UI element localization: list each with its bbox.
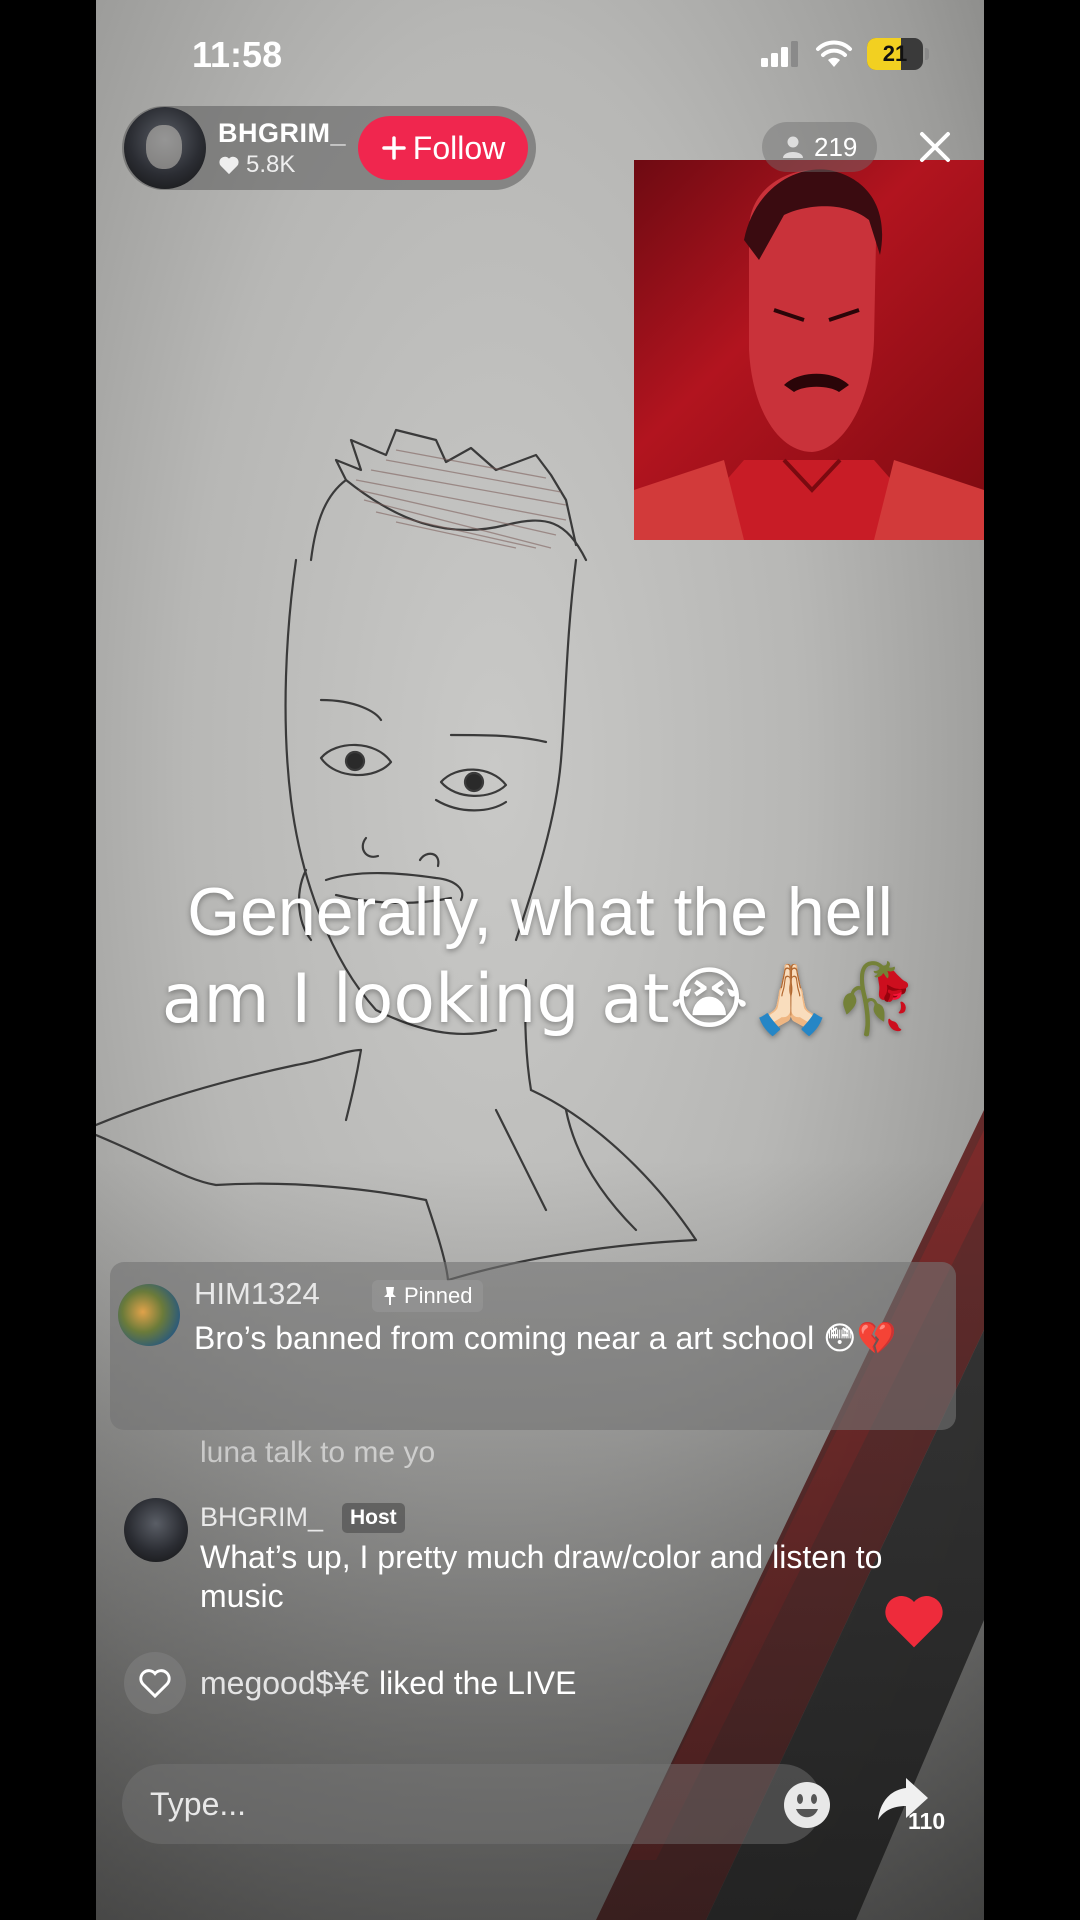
faded-comment: luna talk to me yo: [200, 1436, 436, 1469]
pinned-comment[interactable]: HIM1324 Pinned Bro’s banned from coming …: [110, 1262, 956, 1430]
host-avatar[interactable]: [124, 107, 206, 189]
battery-icon: 21: [867, 38, 923, 70]
commenter-name[interactable]: HIM1324: [194, 1276, 320, 1312]
pin-icon: [384, 1287, 396, 1305]
comment-input[interactable]: Type...: [122, 1764, 822, 1844]
like-event-user[interactable]: megood$¥€: [200, 1665, 369, 1702]
viewer-count: 219: [814, 131, 858, 162]
person-icon: [783, 136, 803, 158]
heart-icon: [219, 156, 239, 174]
like-event: megood$¥€ liked the LIVE: [124, 1652, 576, 1714]
host-profile-pill[interactable]: BHGRIM_ 5.8K Follow: [122, 106, 536, 190]
viewer-count-pill[interactable]: 219: [762, 122, 878, 172]
close-icon[interactable]: [912, 124, 958, 170]
comment-input-placeholder: Type...: [150, 1786, 247, 1822]
battery-level: 21: [882, 41, 908, 66]
floating-heart-icon: [885, 1596, 943, 1648]
pinned-badge: Pinned: [372, 1280, 483, 1312]
wifi-icon: [816, 40, 852, 67]
pip-character-image: [634, 169, 984, 540]
live-caption: Generally, what the hell am I looking at…: [96, 868, 984, 1044]
status-icons: 21: [761, 38, 929, 70]
host-likes: 5.8K: [218, 151, 346, 179]
pip-video[interactable]: [634, 160, 984, 540]
caption-line-2: am I looking at😭🙏🏻🥀: [161, 960, 919, 1039]
follow-label: Follow: [412, 129, 506, 166]
signal-icon: [761, 41, 798, 67]
host-likes-count: 5.8K: [246, 150, 296, 178]
live-stream-screen: 11:58 21 BHGRIM_ 5.8K Follow 219 General…: [96, 0, 984, 1920]
like-event-action: liked the LIVE: [379, 1664, 577, 1701]
host-badge: Host: [342, 1503, 405, 1533]
host-info: BHGRIM_ 5.8K: [218, 118, 346, 179]
follow-button[interactable]: Follow: [358, 116, 528, 180]
host-comment-text: What’s up, I pretty much draw/color and …: [200, 1539, 883, 1614]
host-name: BHGRIM_: [218, 117, 347, 148]
commenter-avatar[interactable]: [118, 1284, 180, 1346]
caption-line-1: Generally, what the hell: [187, 874, 893, 950]
pinned-comment-text: Bro’s banned from coming near a art scho…: [194, 1320, 897, 1356]
like-event-badge: [124, 1652, 186, 1714]
pinned-badge-label: Pinned: [404, 1283, 473, 1308]
share-count: 110: [908, 1808, 946, 1834]
plus-icon: [382, 136, 406, 160]
battery-tip: [925, 48, 929, 60]
heart-outline-icon: [139, 1669, 171, 1699]
host-comment-name[interactable]: BHGRIM_: [200, 1502, 323, 1533]
host-comment-avatar[interactable]: [124, 1498, 188, 1562]
emoji-icon[interactable]: [782, 1780, 832, 1830]
status-time: 11:58: [192, 34, 283, 75]
